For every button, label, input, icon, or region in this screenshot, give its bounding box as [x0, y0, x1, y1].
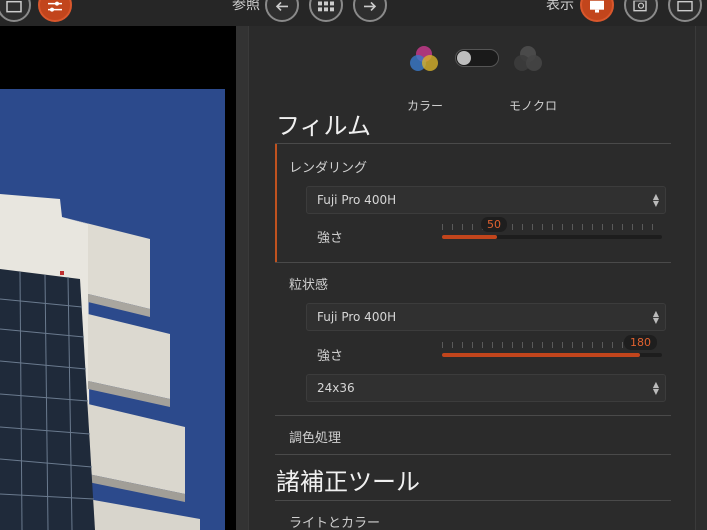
rendering-preset-value: Fuji Pro 400H [317, 193, 397, 207]
divider [275, 262, 671, 263]
compare-icon [6, 0, 22, 13]
compare-button[interactable] [0, 0, 31, 22]
grain-strength-label: 強さ [317, 349, 344, 364]
updown-chevron-icon: ▲ ▼ [652, 380, 659, 396]
loupe-button[interactable] [624, 0, 658, 22]
light-color-label[interactable]: ライトとカラー [289, 512, 380, 530]
mono-mode-label[interactable]: モノクロ [509, 97, 557, 114]
grain-preset-value: Fuji Pro 400H [317, 310, 397, 324]
panel-scrollbar[interactable] [695, 26, 707, 530]
divider [275, 454, 671, 455]
grain-format-value: 24x36 [317, 381, 355, 395]
slider-ticks [442, 224, 662, 230]
active-accent-bar [275, 144, 277, 262]
fullscreen-button[interactable] [668, 0, 702, 22]
slider-value-badge: 180 [624, 335, 657, 350]
divider [275, 500, 671, 501]
reference-label: 参照 [232, 0, 260, 13]
updown-chevron-icon: ▲ ▼ [652, 309, 659, 325]
rendering-preset-select[interactable]: Fuji Pro 400H ▲ ▼ [306, 186, 666, 214]
divider [275, 415, 671, 416]
grid-icon [318, 1, 334, 12]
grain-label[interactable]: 粒状感 [289, 274, 328, 293]
grain-strength-slider[interactable]: 180 [442, 335, 662, 360]
tools-section-title[interactable]: 諸補正ツール [276, 462, 420, 497]
arrow-right-icon [364, 1, 377, 11]
mono-mode-icon [514, 46, 542, 71]
fullscreen-icon [677, 0, 693, 12]
rendering-strength-label: 強さ [317, 231, 344, 246]
loupe-icon [633, 0, 647, 12]
adjustments-button[interactable] [38, 0, 72, 22]
color-mono-toggle[interactable] [455, 49, 499, 67]
grain-format-select[interactable]: 24x36 ▲ ▼ [306, 374, 666, 402]
toning-label[interactable]: 調色処理 [289, 427, 341, 446]
next-button[interactable] [353, 0, 387, 22]
panel-divider[interactable] [236, 26, 248, 530]
color-mode-switch: カラー モノクロ [407, 44, 557, 113]
arrow-left-icon [275, 1, 288, 11]
image-viewer[interactable] [0, 26, 236, 530]
grid-view-button[interactable] [309, 0, 343, 22]
updown-chevron-icon: ▲ ▼ [652, 192, 659, 208]
grain-preset-select[interactable]: Fuji Pro 400H ▲ ▼ [306, 303, 666, 331]
toggle-knob [457, 51, 471, 65]
slider-fill [442, 353, 640, 357]
slider-fill [442, 235, 497, 239]
display-label: 表示 [546, 0, 574, 13]
rendering-strength-slider[interactable]: 50 [442, 217, 662, 242]
rendering-label[interactable]: レンダリング [289, 157, 367, 176]
monitor-icon [590, 0, 604, 13]
display-button[interactable] [580, 0, 614, 22]
building-photo [0, 89, 225, 530]
adjustments-panel: カラー モノクロ フィルム レンダリング Fuji Pro 400H ▲ ▼ 強さ… [248, 26, 707, 530]
sliders-icon [48, 1, 62, 12]
color-mode-label[interactable]: カラー [407, 97, 443, 114]
film-section-title[interactable]: フィルム [276, 106, 371, 141]
slider-value-badge: 50 [481, 217, 507, 232]
top-toolbar: 参照 表示 [0, 0, 707, 26]
previous-button[interactable] [265, 0, 299, 22]
color-mode-icon [410, 46, 438, 71]
photo-preview [0, 89, 225, 530]
